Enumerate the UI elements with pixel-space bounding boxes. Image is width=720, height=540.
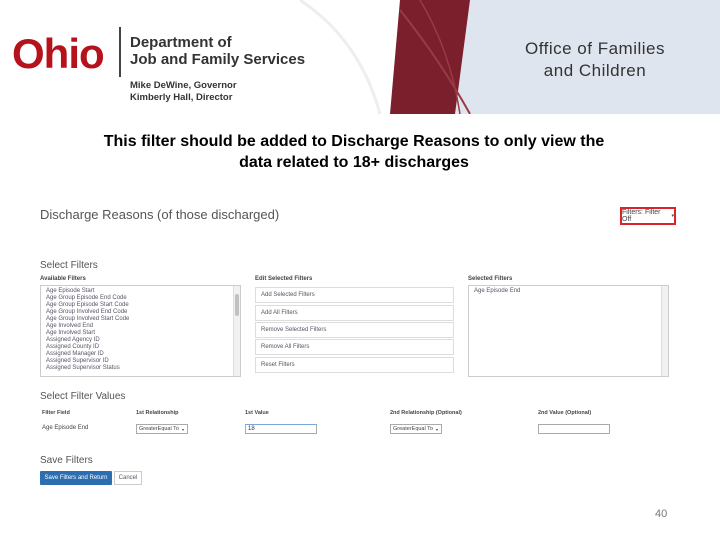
caption-line2: data related to 18+ discharges	[239, 154, 469, 171]
department-line2: Job and Family Services	[130, 51, 306, 68]
list-item[interactable]: Age Group Episode Start Code	[41, 302, 240, 309]
list-item[interactable]: Assigned Supervisor Status	[41, 365, 240, 372]
department-name: Department of Job and Family Services	[130, 34, 305, 68]
select-filters-title: Select Filters	[40, 260, 98, 271]
scrollbar[interactable]	[233, 286, 240, 376]
second-relationship-select[interactable]: GreaterEqual To ▾	[390, 424, 442, 434]
list-item[interactable]: Age Group Episode End Code	[41, 295, 240, 302]
second-relationship-value: GreaterEqual To	[393, 426, 433, 432]
second-value-input[interactable]	[538, 424, 610, 434]
page-number: 40	[655, 508, 668, 520]
list-item[interactable]: Assigned Supervisor ID	[41, 358, 240, 365]
filter-button-label: Filters: Filter Off	[622, 209, 661, 223]
available-filters-label: Available Filters	[40, 276, 86, 282]
director-text: Kimberly Hall, Director	[130, 92, 233, 103]
governor-text: Mike DeWine, Governor	[130, 80, 237, 91]
office-line1: Office of Families	[524, 39, 665, 58]
list-item[interactable]: Age Episode Start	[41, 288, 240, 295]
list-item[interactable]: Age Involved End	[41, 323, 240, 330]
first-value-input[interactable]: 18	[245, 424, 317, 434]
first-relationship-select[interactable]: GreaterEqual To ▾	[136, 424, 188, 434]
selected-filters-label: Selected Filters	[468, 276, 513, 282]
caption-line1: This filter should be added to Discharge…	[103, 133, 605, 150]
slide-caption: This filter should be added to Discharge…	[40, 131, 668, 173]
header-first-relationship: 1st Relationship	[136, 410, 179, 416]
remove-selected-filters-button[interactable]: Remove Selected Filters	[255, 322, 454, 338]
logo-divider	[119, 27, 121, 77]
logo-o: O	[12, 30, 45, 77]
edit-filters-label: Edit Selected Filters	[255, 276, 313, 282]
list-item[interactable]: Age Group Involved End Code	[41, 309, 240, 316]
header-filter-field: Filter Field	[42, 410, 70, 416]
chevron-down-icon: ▾	[435, 426, 438, 432]
office-line2: and Children	[543, 61, 647, 80]
header-second-relationship: 2nd Relationship (Optional)	[390, 410, 462, 416]
list-item[interactable]: Age Group Involved Start Code	[41, 316, 240, 323]
remove-all-filters-button[interactable]: Remove All Filters	[255, 339, 454, 355]
officials: Mike DeWine, Governor Kimberly Hall, Dir…	[130, 80, 237, 104]
filter-field-value: Age Episode End	[42, 425, 89, 431]
add-all-filters-button[interactable]: Add All Filters	[255, 305, 454, 321]
scrollbar-thumb[interactable]	[235, 294, 239, 316]
cancel-button[interactable]: Cancel	[114, 471, 142, 485]
office-name: Office of Families and Children	[500, 38, 690, 82]
ohio-logo: Ohio	[12, 30, 105, 78]
save-filters-title: Save Filters	[40, 455, 93, 466]
save-filters-button[interactable]: Save Filters and Return	[40, 471, 112, 485]
filter-values-title: Select Filter Values	[40, 391, 126, 402]
department-line1: Department of	[130, 34, 232, 51]
list-item[interactable]: Assigned Agency ID	[41, 337, 240, 344]
reset-filters-button[interactable]: Reset Filters	[255, 357, 454, 373]
logo-rest: hio	[43, 30, 105, 77]
chevron-down-icon: ▾	[671, 213, 674, 219]
list-item[interactable]: Age Episode End	[469, 288, 668, 295]
chevron-down-icon: ▾	[181, 426, 184, 432]
list-item[interactable]: Assigned Manager ID	[41, 351, 240, 358]
header-banner: Ohio Department of Job and Family Servic…	[0, 0, 720, 114]
report-title: Discharge Reasons (of those discharged)	[40, 207, 280, 222]
header-first-value: 1st Value	[245, 410, 269, 416]
available-filters-list[interactable]: Age Episode Start Age Group Episode End …	[40, 285, 241, 377]
selected-filters-list[interactable]: Age Episode End	[468, 285, 669, 377]
list-item[interactable]: Age Involved Start	[41, 330, 240, 337]
header-second-value: 2nd Value (Optional)	[538, 410, 592, 416]
filter-toggle-button[interactable]: Filters: Filter Off ▾	[620, 207, 676, 225]
scrollbar[interactable]	[661, 286, 668, 376]
add-selected-filters-button[interactable]: Add Selected Filters	[255, 287, 454, 303]
list-item[interactable]: Assigned County ID	[41, 344, 240, 351]
first-relationship-value: GreaterEqual To	[139, 426, 179, 432]
